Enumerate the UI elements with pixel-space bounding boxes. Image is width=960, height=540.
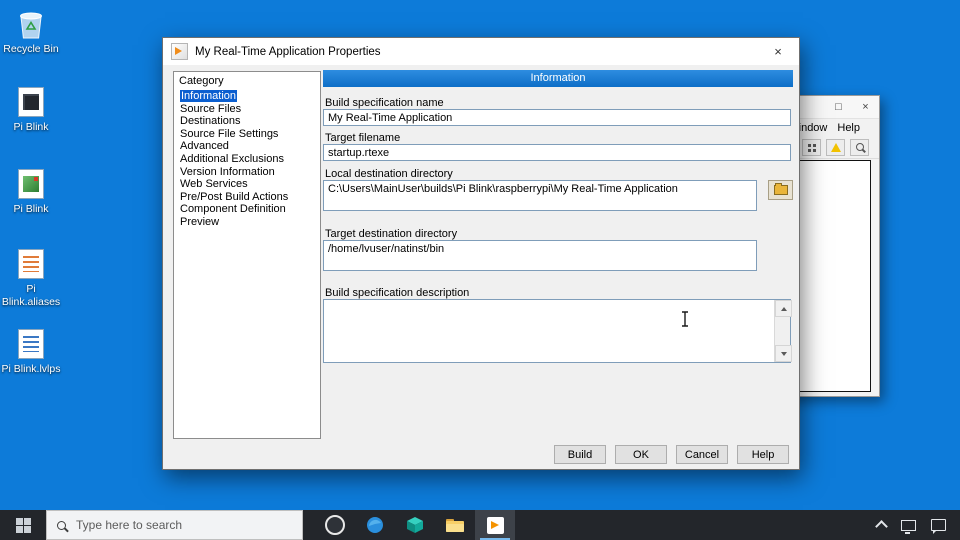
local-destination-input[interactable]: C:\Users\MainUser\builds\Pi Blink\raspbe… xyxy=(323,180,757,211)
windows-desktop: { "desktop": { "icons": [ {"label": "Rec… xyxy=(0,0,960,540)
target-filename-label: Target filename xyxy=(325,132,400,144)
panel-header: Information xyxy=(323,70,793,87)
taskbar xyxy=(0,510,960,540)
taskbar-app-icons xyxy=(315,510,515,540)
taskbar-search[interactable] xyxy=(46,510,303,540)
close-icon[interactable]: × xyxy=(757,38,799,65)
category-list: Category Information Source Files Destin… xyxy=(173,71,321,439)
scroll-down-icon[interactable] xyxy=(775,345,792,362)
desktop-icon-recycle-bin[interactable]: Recycle Bin xyxy=(0,8,62,56)
folder-icon xyxy=(774,185,788,195)
desktop-icon-label: Recycle Bin xyxy=(3,43,58,56)
maximize-button[interactable]: □ xyxy=(825,96,852,118)
align-objects-icon[interactable] xyxy=(802,139,821,156)
target-filename-input[interactable] xyxy=(323,144,791,161)
local-destination-label: Local destination directory xyxy=(325,168,453,180)
target-destination-label: Target destination directory xyxy=(325,228,457,240)
desktop-icon-label: Pi Blink.aliases xyxy=(1,283,61,308)
recycle-bin-icon xyxy=(16,8,46,40)
text-cursor xyxy=(680,311,690,332)
labview-app-icon xyxy=(171,43,188,60)
scroll-up-icon[interactable] xyxy=(775,300,792,317)
ni-cube-icon[interactable] xyxy=(395,510,435,540)
category-header: Category xyxy=(174,72,320,91)
labview-project-file-icon xyxy=(16,168,46,200)
target-destination-input[interactable]: /home/lvuser/natinst/bin xyxy=(323,240,757,271)
desktop-icon-pi-blink-1[interactable]: Pi Blink xyxy=(0,86,62,134)
dialog-buttons: Build OK Cancel Help xyxy=(554,445,789,464)
system-tray xyxy=(877,510,960,540)
description-label: Build specification description xyxy=(325,287,469,299)
tray-chevron-up-icon[interactable] xyxy=(875,520,888,533)
action-center-icon[interactable] xyxy=(931,519,946,531)
build-spec-name-label: Build specification name xyxy=(325,97,444,109)
desktop-icon-pi-blink-aliases[interactable]: Pi Blink.aliases xyxy=(0,248,62,308)
dialog-title: My Real-Time Application Properties xyxy=(195,46,381,58)
desktop-icon-pi-blink-2[interactable]: Pi Blink xyxy=(0,168,62,216)
lvlps-file-icon xyxy=(16,328,46,360)
warning-icon[interactable] xyxy=(826,139,845,156)
file-explorer-icon[interactable] xyxy=(435,510,475,540)
build-button[interactable]: Build xyxy=(554,445,606,464)
properties-dialog: My Real-Time Application Properties × Ca… xyxy=(162,37,800,470)
windows-logo-icon xyxy=(16,518,31,533)
search-tool-icon[interactable] xyxy=(850,139,869,156)
labview-vi-file-icon xyxy=(16,86,46,118)
help-button[interactable]: Help xyxy=(737,445,789,464)
description-input[interactable] xyxy=(323,299,791,363)
ok-button[interactable]: OK xyxy=(615,445,667,464)
menu-help[interactable]: Help xyxy=(832,122,865,134)
description-scrollbar[interactable] xyxy=(774,300,790,362)
browse-folder-button[interactable] xyxy=(768,180,793,200)
build-spec-name-input[interactable] xyxy=(323,109,791,126)
cancel-button[interactable]: Cancel xyxy=(676,445,728,464)
desktop-icon-label: Pi Blink.lvlps xyxy=(2,363,61,376)
desktop-icon-label: Pi Blink xyxy=(13,203,48,216)
dialog-titlebar[interactable]: My Real-Time Application Properties × xyxy=(163,38,799,65)
desktop-icon-label: Pi Blink xyxy=(13,121,48,134)
desktop-icon-pi-blink-lvlps[interactable]: Pi Blink.lvlps xyxy=(0,328,62,376)
start-button[interactable] xyxy=(0,510,46,540)
category-item-preview[interactable]: Preview xyxy=(174,217,320,230)
edge-browser-icon[interactable] xyxy=(355,510,395,540)
search-icon xyxy=(57,521,66,530)
display-icon[interactable] xyxy=(901,520,916,531)
search-input[interactable] xyxy=(74,517,258,533)
close-button[interactable]: × xyxy=(852,96,879,118)
taskbar-app-circle-icon[interactable] xyxy=(315,510,355,540)
labview-app-icon[interactable] xyxy=(475,510,515,540)
aliases-file-icon xyxy=(16,248,46,280)
